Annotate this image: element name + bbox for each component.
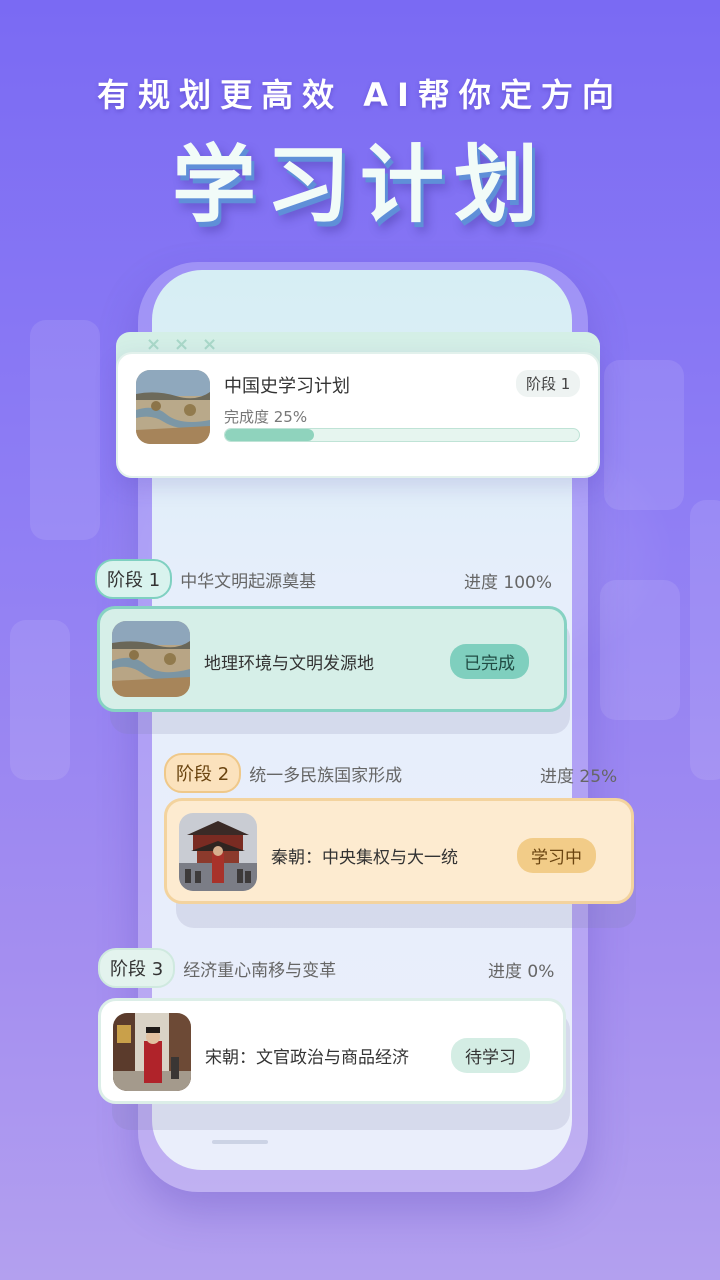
stage-title: 统一多民族国家形成 (249, 765, 403, 786)
stage-badge: 阶段 1 (95, 559, 173, 599)
plan-progress-bar (224, 428, 580, 442)
lesson-title: 地理环境与文明发源地 (204, 654, 374, 674)
lesson-status-badge[interactable]: 已完成 (450, 644, 529, 679)
plan-title: 中国史学习计划 (224, 376, 350, 397)
stage-header-1: 阶段 1 中华文明起源奠基 (95, 559, 316, 599)
stage-header-2: 阶段 2 统一多民族国家形成 (164, 753, 402, 793)
lesson-card[interactable]: 地理环境与文明发源地 已完成 (97, 606, 567, 712)
background-panel (30, 320, 100, 540)
background-panel (10, 620, 70, 780)
background-panel (690, 500, 720, 780)
stage-title: 经济重心南移与变革 (183, 960, 337, 981)
stage-progress: 进度 25% (540, 767, 618, 787)
lesson-card[interactable]: 秦朝：中央集权与大一统 学习中 (164, 798, 634, 904)
plan-stage-badge: 阶段 1 (516, 370, 581, 397)
lesson-thumbnail-image (113, 1013, 191, 1091)
stage-badge: 阶段 2 (164, 753, 242, 793)
stage-progress: 进度 100% (464, 573, 553, 593)
stage-title: 中华文明起源奠基 (180, 571, 317, 592)
lesson-status-badge[interactable]: 待学习 (451, 1038, 530, 1073)
home-indicator (212, 1140, 268, 1144)
background-panel (604, 360, 684, 510)
background-panel (600, 580, 680, 720)
plan-progress-fill (225, 429, 314, 441)
lesson-thumbnail-image (112, 621, 190, 697)
promo-headline: 学习计划 (171, 136, 548, 234)
lesson-title: 秦朝：中央集权与大一统 (271, 848, 458, 868)
lesson-thumbnail-image (179, 813, 257, 891)
plan-progress-label: 完成度 25% (224, 408, 308, 426)
promo-tagline: 有规划更高效 AI帮你定方向 (97, 76, 623, 114)
plan-thumbnail-image (136, 370, 210, 444)
stage-header-3: 阶段 3 经济重心南移与变革 (98, 948, 336, 988)
stage-progress: 进度 0% (488, 962, 555, 982)
lesson-card[interactable]: 宋朝：文官政治与商品经济 待学习 (98, 998, 566, 1104)
stage-badge: 阶段 3 (98, 948, 176, 988)
study-plan-card[interactable]: 中国史学习计划 阶段 1 完成度 25% (116, 352, 600, 478)
lesson-title: 宋朝：文官政治与商品经济 (205, 1048, 409, 1068)
lesson-status-badge[interactable]: 学习中 (517, 838, 596, 873)
